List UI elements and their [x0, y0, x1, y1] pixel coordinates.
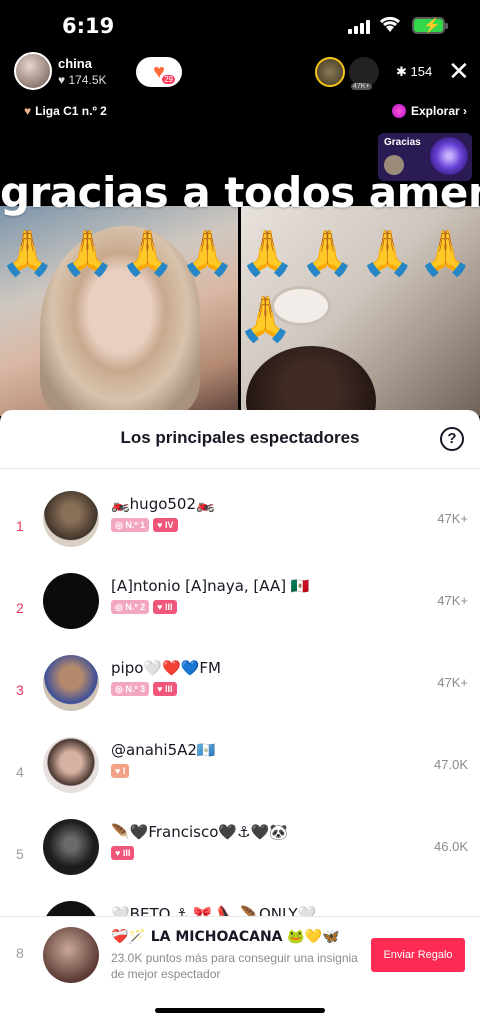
my-avatar[interactable]: [43, 927, 99, 983]
gift-heart-button[interactable]: ♥ 29: [136, 57, 182, 87]
gift-promo-label: Gracias: [384, 137, 421, 148]
viewer-badge: 47K+: [351, 83, 372, 90]
explore-icon: [392, 104, 406, 118]
avatar[interactable]: [43, 737, 99, 793]
viewer-row[interactable]: 4 @anahi5A2🇬🇹 ♥ I 47.0K: [0, 737, 480, 819]
row-score: 46.0K: [434, 839, 468, 854]
row-rank: 3: [16, 682, 24, 698]
row-score: 47.0K: [434, 757, 468, 772]
rank-badge: ◎ N.º 2: [111, 600, 150, 614]
host-likes: ♥ 174.5K: [58, 72, 107, 87]
praying-hands-icon: 🙏: [418, 228, 473, 279]
my-name: ❤️‍🩹🪄 LA MICHOACANA 🐸💛🦋: [111, 929, 340, 945]
row-score: 47K+: [437, 593, 468, 608]
host-avatar[interactable]: [14, 52, 52, 90]
my-rank-footer: 8 ❤️‍🩹🪄 LA MICHOACANA 🐸💛🦋 23.0K puntos m…: [0, 916, 480, 1020]
league-badge[interactable]: ♥ Liga C1 n.º 2: [24, 104, 107, 118]
avatar[interactable]: [43, 901, 99, 916]
status-bar: 6:19 ⚡: [0, 0, 480, 52]
level-badge: ♥ III: [153, 600, 177, 614]
level-badge: ♥ I: [111, 764, 130, 778]
league-label: Liga C1 n.º 2: [35, 104, 107, 118]
viewer-row[interactable]: 3 pipo🤍❤️💙FM ◎ N.º 3 ♥ III 47K+: [0, 655, 480, 737]
row-rank: 5: [16, 846, 24, 862]
row-score: 47K+: [437, 675, 468, 690]
viewer-count[interactable]: ✱ 154: [396, 64, 432, 80]
divider: [0, 468, 480, 469]
rank-badge: ◎ N.º 3: [111, 682, 150, 696]
rank-badge: ◎ N.º 1: [111, 518, 150, 532]
row-rank: 1: [16, 518, 24, 534]
home-indicator[interactable]: [155, 1008, 325, 1013]
close-icon[interactable]: ✕: [448, 56, 470, 86]
avatar[interactable]: [43, 655, 99, 711]
top-viewer-avatars[interactable]: 47K+: [315, 57, 379, 90]
row-name[interactable]: 🤍BETO ⚓ 🎀 👠 🪶ONLY🤍: [111, 905, 316, 916]
level-badge: ♥ IV: [153, 518, 178, 532]
row-name[interactable]: pipo🤍❤️💙FM: [111, 659, 221, 677]
send-gift-button[interactable]: Enviar Regalo: [371, 938, 465, 972]
explore-label: Explorar ›: [411, 104, 468, 118]
viewer-row[interactable]: 1 🏍️hugo502🏍️ ◎ N.º 1 ♥ IV 47K+: [0, 491, 480, 573]
row-rank: 2: [16, 600, 24, 616]
praying-hands-icon: 🙏: [0, 228, 55, 279]
row-rank: 4: [16, 764, 24, 780]
viewer-row[interactable]: 5 🪶🖤Francisco🖤⚓🖤🐼 ♥ III 46.0K: [0, 819, 480, 901]
row-name[interactable]: 🪶🖤Francisco🖤⚓🖤🐼: [111, 823, 288, 841]
row-score: 47K+: [437, 511, 468, 526]
emoji-row: 🙏 🙏 🙏 🙏 🙏 🙏 🙏 🙏: [0, 232, 480, 292]
signal-icon: [348, 18, 370, 34]
viewer-avatar[interactable]: 47K+: [349, 57, 379, 90]
praying-hands-icon: 🙏: [300, 228, 355, 279]
host-profile[interactable]: china ♥ 174.5K: [14, 52, 107, 90]
help-icon[interactable]: ?: [440, 427, 464, 451]
praying-hands-icon: 🙏: [180, 228, 235, 279]
my-rank: 8: [16, 945, 24, 961]
my-points-hint: 23.0K puntos más para conseguir una insi…: [111, 951, 358, 981]
explore-button[interactable]: Explorar ›: [392, 104, 467, 118]
viewer-row[interactable]: 6 🤍BETO ⚓ 🎀 👠 🪶ONLY🤍: [0, 901, 480, 916]
avatar[interactable]: [43, 573, 99, 629]
gift-count: 29: [162, 75, 175, 84]
avatar[interactable]: [43, 819, 99, 875]
league-heart-icon: ♥: [24, 104, 32, 118]
praying-hands-icon: 🙏: [240, 228, 295, 279]
praying-hands-icon: 🙏: [60, 228, 115, 279]
viewer-row[interactable]: 2 [A]ntonio [A]naya, [AA] 🇲🇽 ◎ N.º 2 ♥ I…: [0, 573, 480, 655]
host-name: china: [58, 55, 92, 71]
avatar[interactable]: [43, 491, 99, 547]
wifi-icon: [379, 16, 401, 32]
row-name[interactable]: [A]ntonio [A]naya, [AA] 🇲🇽: [111, 577, 310, 595]
video-overlay-text: gracias a todos amen: [0, 168, 480, 217]
praying-hands-icon: 🙏: [238, 294, 293, 345]
row-name[interactable]: 🏍️hugo502🏍️: [111, 495, 215, 513]
viewer-avatar[interactable]: [315, 57, 345, 87]
praying-hands-icon: 🙏: [120, 228, 175, 279]
level-badge: ♥ III: [153, 682, 177, 696]
status-time: 6:19: [62, 14, 115, 38]
level-badge: ♥ III: [111, 846, 135, 860]
sheet-title: Los principales espectadores: [120, 428, 360, 447]
praying-hands-icon: 🙏: [360, 228, 415, 279]
battery-icon: ⚡: [412, 17, 448, 34]
row-name[interactable]: @anahi5A2🇬🇹: [111, 741, 216, 759]
